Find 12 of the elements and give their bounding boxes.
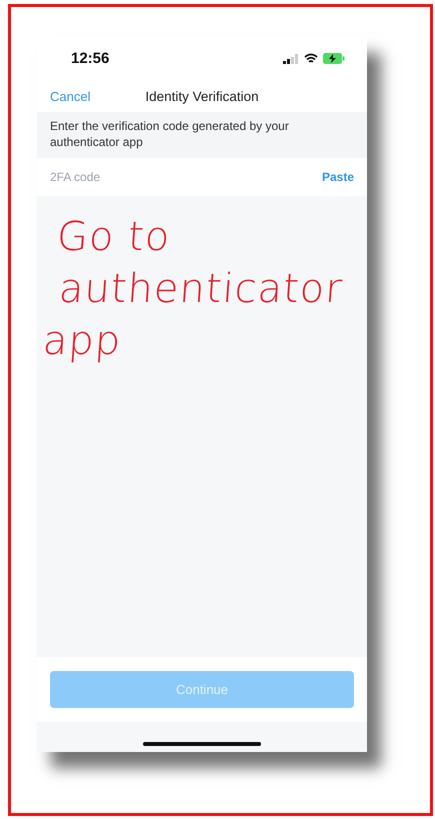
handwritten-note: Go to (55, 214, 172, 260)
screen-title: Identity Verification (145, 88, 259, 104)
paste-link[interactable]: Paste (322, 170, 354, 184)
handwritten-note: app (41, 318, 123, 364)
battery-charging-icon (323, 53, 345, 64)
wifi-icon (304, 53, 318, 64)
signal-icon (283, 54, 299, 64)
instructions-text: Enter the verification code generated by your authenticator app (50, 119, 289, 149)
code-field[interactable]: 2FA code Paste (37, 158, 367, 196)
status-time: 12:56 (71, 50, 110, 67)
handwritten-note: authenticator (57, 266, 344, 312)
cancel-link[interactable]: Cancel (50, 88, 90, 104)
